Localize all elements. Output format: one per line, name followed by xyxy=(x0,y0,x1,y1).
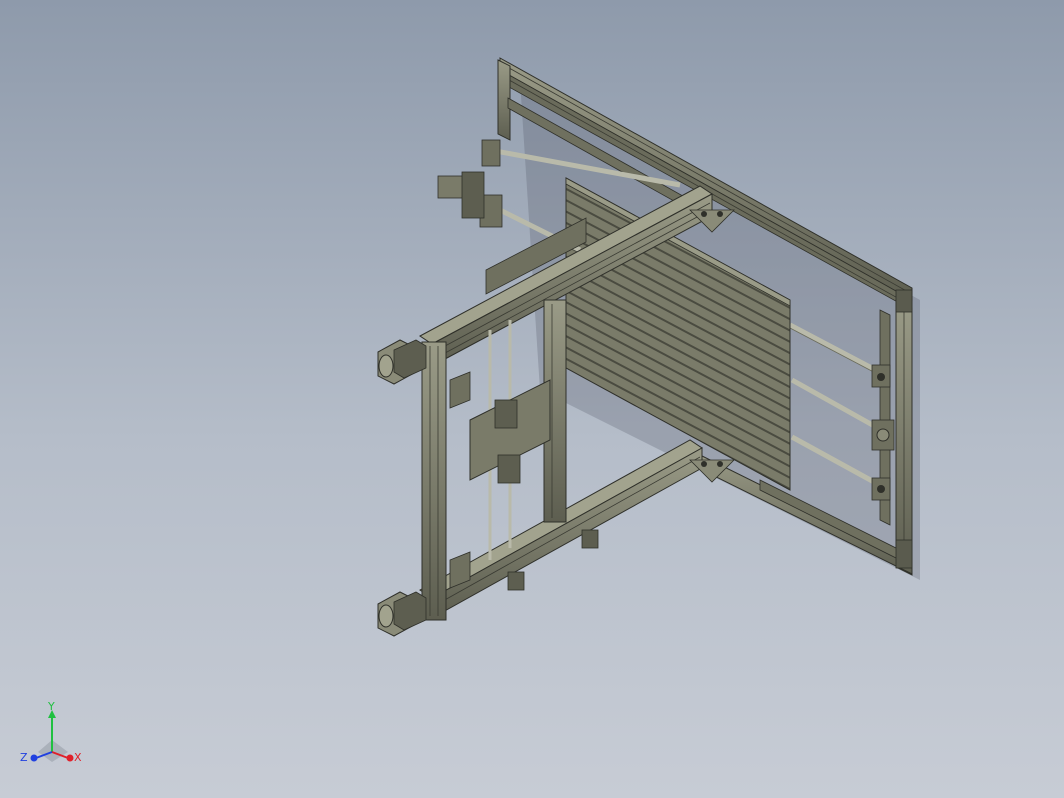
3d-viewport[interactable]: Y X Z xyxy=(0,0,1064,798)
z-axis-label: Z xyxy=(20,751,28,764)
stepper-motor-bottom xyxy=(377,591,427,637)
x-axis-arrow xyxy=(66,754,74,762)
y-axis-label: Y xyxy=(47,700,55,713)
cad-assembly-model[interactable] xyxy=(0,0,1064,798)
x-axis-label: X xyxy=(74,751,82,764)
z-axis-arrow xyxy=(30,754,38,762)
axis-triad: Y X Z xyxy=(20,700,82,764)
stepper-motor-top xyxy=(377,339,427,385)
